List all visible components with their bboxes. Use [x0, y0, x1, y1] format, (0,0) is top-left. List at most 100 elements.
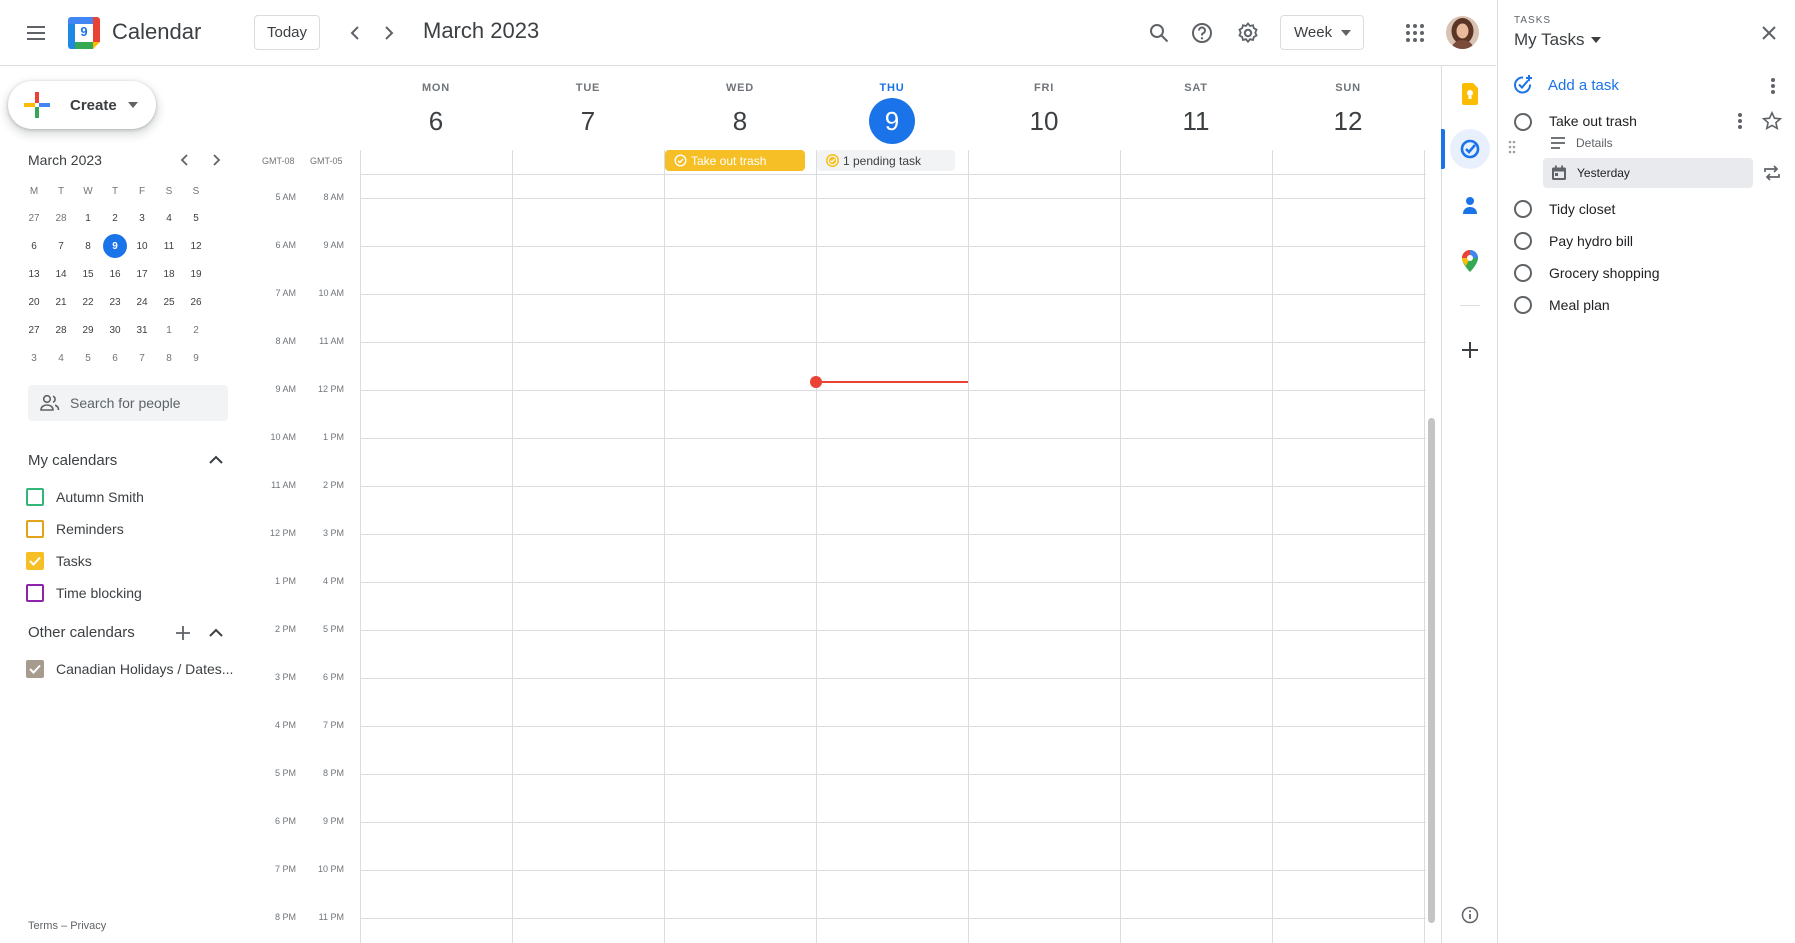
info-icon[interactable]	[1461, 906, 1479, 924]
add-task-button[interactable]: Add a task	[1512, 74, 1619, 96]
day-header-sat[interactable]: SAT 11	[1120, 82, 1272, 144]
day-number[interactable]: 8	[717, 98, 763, 144]
maps-icon[interactable]	[1450, 241, 1490, 281]
day-name: SAT	[1184, 82, 1208, 94]
hour-line	[360, 198, 1426, 199]
time-label: 6 AM	[275, 240, 296, 250]
task-due-date-chip[interactable]: Yesterday	[1543, 158, 1753, 188]
day-number[interactable]: 9	[869, 98, 915, 144]
time-label-secondary: 12 PM	[317, 384, 344, 394]
day-name: FRI	[1033, 82, 1055, 94]
view-label: Week	[1294, 24, 1333, 41]
hour-line	[360, 582, 1426, 583]
task-list-selector[interactable]: My Tasks	[1514, 30, 1601, 50]
day-number[interactable]: 6	[413, 98, 459, 144]
tasks-icon[interactable]	[1450, 129, 1490, 169]
task-title[interactable]: Tidy closet	[1549, 201, 1615, 217]
time-label: 5 AM	[275, 192, 296, 202]
time-label: 2 PM	[274, 624, 296, 634]
close-icon[interactable]	[1760, 24, 1778, 42]
add-task-icon	[1514, 75, 1532, 94]
task-more-icon[interactable]	[1737, 112, 1743, 130]
view-selector[interactable]: Week	[1280, 15, 1364, 50]
hour-line	[360, 390, 1426, 391]
task-title[interactable]: Meal plan	[1549, 297, 1610, 313]
time-label: 9 AM	[275, 384, 296, 394]
day-header-thu[interactable]: THU 9	[816, 82, 968, 144]
drag-handle-icon[interactable]	[1508, 140, 1516, 154]
avatar[interactable]	[1446, 16, 1479, 49]
star-icon[interactable]	[1762, 111, 1782, 131]
settings-icon[interactable]	[1228, 13, 1268, 53]
pending-task-icon	[826, 154, 839, 167]
day-header-fri[interactable]: FRI 10	[968, 82, 1120, 144]
hour-line	[360, 918, 1426, 919]
all-day-task-chip[interactable]: Take out trash	[665, 150, 805, 171]
day-number[interactable]: 7	[565, 98, 611, 144]
task-details[interactable]: Details	[1550, 136, 1613, 150]
app-title[interactable]: Calendar	[112, 19, 201, 45]
time-label-secondary: 4 PM	[322, 576, 344, 586]
task-item[interactable]: Meal plan	[1498, 289, 1795, 321]
grid-column-line	[1272, 150, 1273, 943]
task-title[interactable]: Take out trash	[1549, 113, 1637, 129]
task-title[interactable]: Grocery shopping	[1549, 265, 1660, 281]
more-options-icon[interactable]	[1770, 77, 1776, 95]
time-label-secondary: 6 PM	[322, 672, 344, 682]
time-label-secondary: 8 AM	[323, 192, 344, 202]
scrollbar[interactable]	[1428, 418, 1435, 923]
calendar-logo[interactable]: 9	[67, 16, 101, 50]
get-addons-icon[interactable]	[1450, 330, 1490, 370]
task-complete-radio[interactable]	[1514, 113, 1532, 131]
task-item[interactable]: Pay hydro bill	[1498, 225, 1795, 257]
all-day-task-label: 1 pending task	[843, 153, 922, 168]
day-header-mon[interactable]: MON 6	[360, 82, 512, 144]
time-label: 7 PM	[274, 864, 296, 874]
task-item[interactable]: Tidy closet	[1498, 193, 1795, 225]
task-item-selected[interactable]: Take out trash Details Yesterday	[1498, 104, 1795, 192]
task-complete-radio[interactable]	[1514, 232, 1532, 250]
time-label: 11 AM	[271, 480, 296, 490]
repeat-icon[interactable]	[1763, 165, 1781, 181]
timezone-secondary: GMT-05	[310, 156, 343, 166]
day-number[interactable]: 11	[1173, 98, 1219, 144]
day-header-wed[interactable]: WED 8	[664, 82, 816, 144]
day-header-tue[interactable]: TUE 7	[512, 82, 664, 144]
hour-line	[360, 630, 1426, 631]
help-icon[interactable]	[1182, 13, 1222, 53]
time-label: 3 PM	[274, 672, 296, 682]
time-label-secondary: 1 PM	[322, 432, 344, 442]
keep-icon[interactable]	[1450, 74, 1490, 114]
day-number[interactable]: 12	[1325, 98, 1371, 144]
time-label-secondary: 5 PM	[322, 624, 344, 634]
hour-line	[360, 342, 1426, 343]
time-label-secondary: 2 PM	[322, 480, 344, 490]
day-header-sun[interactable]: SUN 12	[1272, 82, 1424, 144]
hour-line	[360, 438, 1426, 439]
all-day-task-chip[interactable]: 1 pending task	[817, 150, 955, 171]
contacts-icon[interactable]	[1450, 185, 1490, 225]
period-title: March 2023	[423, 18, 540, 43]
day-number[interactable]: 10	[1021, 98, 1067, 144]
task-title[interactable]: Pay hydro bill	[1549, 233, 1633, 249]
details-icon	[1551, 137, 1565, 149]
hour-line	[360, 774, 1426, 775]
time-label-secondary: 8 PM	[322, 768, 344, 778]
task-item[interactable]: Grocery shopping	[1498, 257, 1795, 289]
side-rail	[1441, 66, 1497, 943]
hour-line	[360, 870, 1426, 871]
task-complete-radio[interactable]	[1514, 264, 1532, 282]
day-name: SUN	[1335, 82, 1361, 94]
next-icon[interactable]	[368, 13, 408, 53]
task-complete-radio[interactable]	[1514, 296, 1532, 314]
menu-icon[interactable]	[16, 13, 56, 53]
time-label: 10 AM	[270, 432, 296, 442]
time-label: 12 PM	[269, 528, 296, 538]
search-icon[interactable]	[1139, 13, 1179, 53]
hour-line	[360, 534, 1426, 535]
apps-icon[interactable]	[1395, 13, 1435, 53]
task-complete-radio[interactable]	[1514, 200, 1532, 218]
today-button[interactable]: Today	[254, 15, 320, 50]
task-due-date: Yesterday	[1577, 166, 1630, 180]
hour-line	[360, 486, 1426, 487]
